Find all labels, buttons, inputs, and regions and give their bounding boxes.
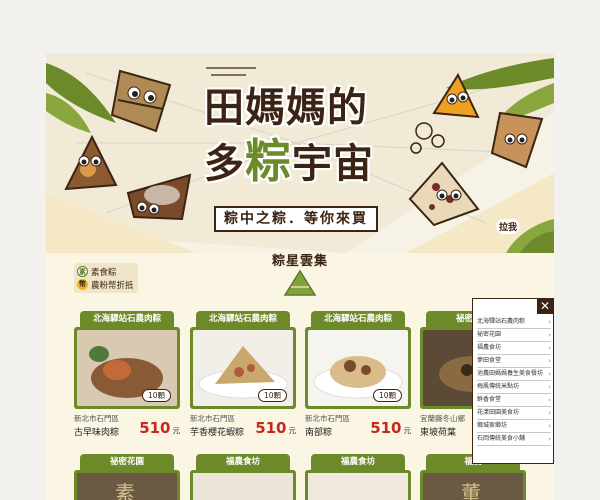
product-name: 芋香櫻花蝦粽: [190, 428, 245, 438]
pieces-badge: 10顆: [141, 389, 171, 402]
shop-list-popup: ✕ 北海驛站石農肉粽 › 祕密花園 › 福農食坊 › 夢田食堂 › 池農田媽媽養生美食餐…: [472, 298, 554, 464]
product-photo: 10顆: [77, 330, 177, 406]
legend-item-vegetarian: 素 素食粽: [77, 265, 135, 278]
product-region: 新北市石門區: [190, 414, 235, 423]
shop-list-item[interactable]: 花漾田園美食坊 ›: [477, 407, 551, 420]
coin-icon: 幣: [77, 279, 88, 290]
product-card[interactable]: 祕密花園 素: [74, 454, 180, 500]
chevron-right-icon: ›: [548, 370, 551, 378]
chevron-right-icon: ›: [548, 318, 551, 326]
legend-label: 素食粽: [91, 267, 117, 278]
zongzi-mascot-4: [432, 73, 480, 119]
legend-label: 農粉幣折抵: [91, 280, 134, 291]
zongzi-mascot-3: [126, 173, 192, 221]
shop-list-item[interactable]: 池農田媽媽養生美食餐坊 ›: [477, 368, 551, 381]
shop-name: 北海驛站石農肉粽: [311, 311, 405, 327]
shop-name: 北海驛站石農肉粽: [80, 311, 174, 327]
product-name: 南部粽: [305, 428, 333, 438]
shop-list-item[interactable]: 鮮香食堂 ›: [477, 394, 551, 407]
chevron-right-icon: ›: [548, 422, 551, 430]
chevron-right-icon: ›: [548, 344, 551, 352]
product-region: 新北市石門區: [74, 414, 119, 423]
shop-name: 祕密花園: [80, 454, 174, 470]
hero-title-line2: 多粽宇宙: [204, 134, 374, 188]
close-icon[interactable]: ✕: [537, 298, 553, 314]
product-card[interactable]: 北海驛站石農肉粽 10顆 新北市石門區 芋香櫻花蝦粽 510 元: [190, 311, 296, 439]
product-photo: [308, 473, 408, 500]
product-card[interactable]: 福農食坊: [305, 454, 411, 500]
pull-tab[interactable]: 拉我: [496, 215, 554, 253]
zongzi-mascot-5: [490, 111, 544, 169]
product-name: 東坡荷葉: [420, 428, 457, 438]
product-price: 510 元: [370, 419, 411, 437]
hero-slogan: 粽中之粽．等你來買: [214, 206, 378, 232]
pull-tab-label: 拉我: [496, 219, 521, 234]
chevron-right-icon: ›: [548, 331, 551, 339]
chevron-right-icon: ›: [548, 383, 551, 391]
product-card[interactable]: 北海驛站石農肉粽 10顆 新北市石門區 古早味肉粽 510 元: [74, 311, 180, 439]
product-photo: 董: [423, 473, 523, 500]
product-price: 510 元: [139, 419, 180, 437]
legend: 素 素食粽 幣 農粉幣折抵: [74, 263, 138, 293]
shop-name: 福農食坊: [196, 454, 290, 470]
vegetarian-icon: 素: [77, 266, 88, 277]
product-card[interactable]: 北海驛站石農肉粽 10顆 新北市石門區 南部粽 510 元: [305, 311, 411, 439]
shop-list-item[interactable]: 北海驛站石農肉粽 ›: [477, 316, 551, 329]
product-card[interactable]: 福農食坊: [190, 454, 296, 500]
product-photo: 素: [77, 473, 177, 500]
shop-list: 北海驛站石農肉粽 › 祕密花園 › 福農食坊 › 夢田食堂 › 池農田媽媽養生美食餐坊 ›…: [477, 316, 551, 446]
pieces-badge: 10顆: [257, 389, 287, 402]
shop-list-item[interactable]: 梅鳳傳統米點坊 ›: [477, 381, 551, 394]
shop-name: 北海驛站石農肉粽: [196, 311, 290, 327]
shop-list-item[interactable]: 鄉城家鄉坊 ›: [477, 420, 551, 433]
zongzi-mascot-6: [408, 161, 480, 227]
shop-list-item[interactable]: 福農食坊 ›: [477, 342, 551, 355]
product-region: 新北市石門區: [305, 414, 350, 423]
zongzi-mascot-2: [64, 134, 118, 191]
shop-list-item[interactable]: 祕密花園 ›: [477, 329, 551, 342]
product-region: 宜蘭縣冬山鄉: [420, 414, 465, 423]
product-photo: [193, 473, 293, 500]
chevron-right-icon: ›: [548, 357, 551, 365]
shop-list-item[interactable]: 夢田食堂 ›: [477, 355, 551, 368]
product-photo: 10顆: [193, 330, 293, 406]
pieces-badge: 10顆: [372, 389, 402, 402]
shop-name: 福農食坊: [311, 454, 405, 470]
zongzi-icon: [283, 269, 317, 296]
chevron-right-icon: ›: [548, 435, 551, 443]
product-price: 510 元: [255, 419, 296, 437]
legend-item-coin: 幣 農粉幣折抵: [77, 278, 135, 291]
product-name: 古早味肉粽: [74, 428, 120, 438]
chevron-right-icon: ›: [548, 409, 551, 417]
chevron-right-icon: ›: [548, 396, 551, 404]
hero-banner: 田媽媽的 多粽宇宙 粽中之粽．等你來買 拉我: [46, 53, 554, 253]
shop-list-item[interactable]: 石岡傳統美食小舖 ›: [477, 433, 551, 446]
product-photo: 10顆: [308, 330, 408, 406]
zongzi-mascot-1: [110, 69, 172, 133]
